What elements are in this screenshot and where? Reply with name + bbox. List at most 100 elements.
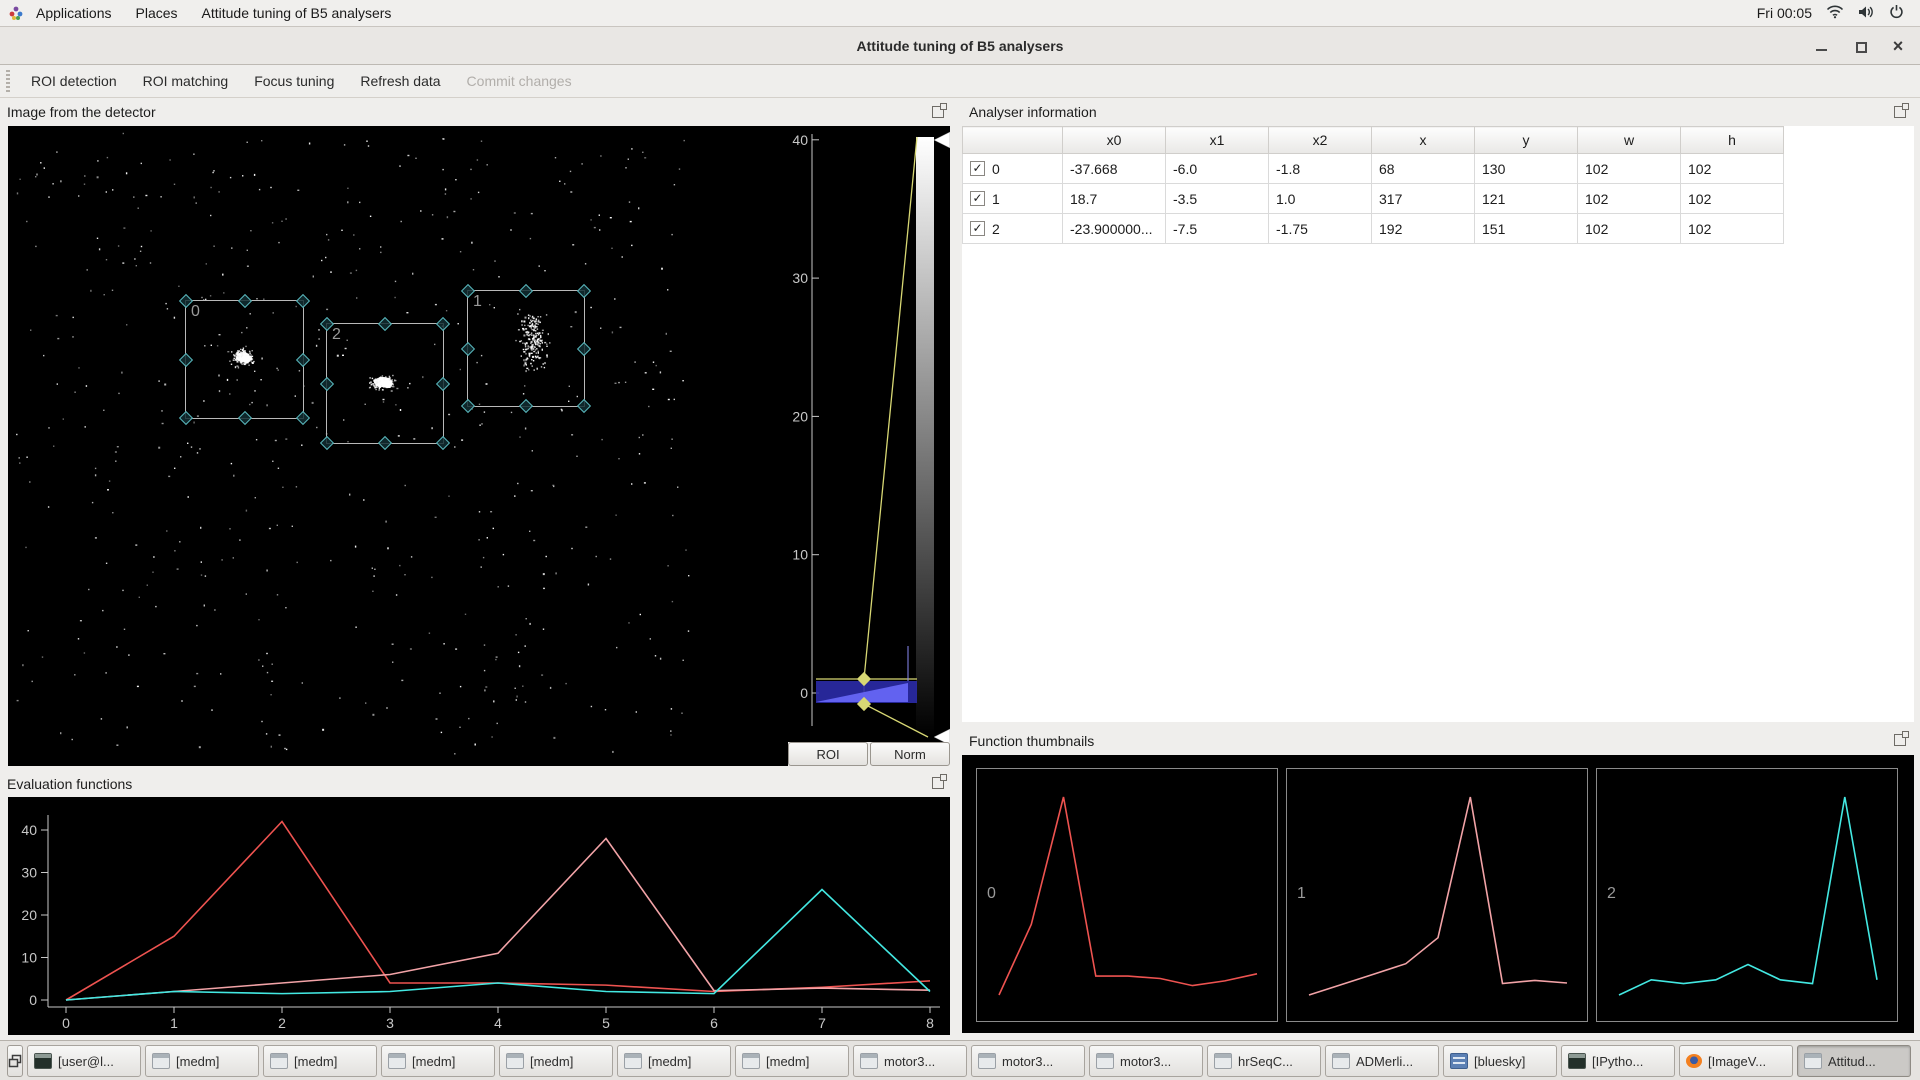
taskbar-button-bluesky[interactable]: [bluesky] xyxy=(1443,1045,1557,1077)
column-header-x0[interactable]: x0 xyxy=(1063,127,1166,154)
cell-y[interactable]: 121 xyxy=(1475,184,1578,214)
taskbar-button-admerli[interactable]: ADMerli... xyxy=(1325,1045,1439,1077)
thumbnail-panel-2[interactable]: 2 xyxy=(1596,768,1898,1022)
cell-h[interactable]: 102 xyxy=(1681,214,1784,244)
taskbar-button-motor3[interactable]: motor3... xyxy=(1089,1045,1203,1077)
evaluation-functions-chart[interactable]: 010203040012345678 xyxy=(8,797,950,1035)
taskbar-button-motor3[interactable]: motor3... xyxy=(853,1045,967,1077)
cell-x0[interactable]: 18.7 xyxy=(1063,184,1166,214)
taskbar-button-label: [IPytho... xyxy=(1592,1054,1643,1069)
column-header-x1[interactable]: x1 xyxy=(1166,127,1269,154)
window-title: Attitude tuning of B5 analysers xyxy=(0,38,1920,54)
toolbar-drag-handle[interactable] xyxy=(6,70,10,92)
cell-w[interactable]: 102 xyxy=(1578,184,1681,214)
focus-tuning-button[interactable]: Focus tuning xyxy=(241,68,347,94)
roi-box-1[interactable]: 1 xyxy=(467,290,585,407)
taskbar-button-medm[interactable]: [medm] xyxy=(381,1045,495,1077)
thumbnail-panel-0[interactable]: 0 xyxy=(976,768,1278,1022)
taskbar-button-imagev[interactable]: [ImageV... xyxy=(1679,1045,1793,1077)
cell-x0[interactable]: -37.668 xyxy=(1063,154,1166,184)
taskbar-button-motor3[interactable]: motor3... xyxy=(971,1045,1085,1077)
taskbar-button-label: [medm] xyxy=(530,1054,573,1069)
roi-box-0[interactable]: 0 xyxy=(185,300,304,419)
taskbar-button-medm[interactable]: [medm] xyxy=(735,1045,849,1077)
power-icon[interactable] xyxy=(1889,4,1904,22)
cell-x2[interactable]: -1.8 xyxy=(1269,154,1372,184)
level-marker-max[interactable] xyxy=(934,132,950,148)
cell-x2[interactable]: -1.75 xyxy=(1269,214,1372,244)
row-select-cell[interactable]: ✓2 xyxy=(963,214,1063,244)
level-marker-min[interactable] xyxy=(934,729,950,742)
drawer-icon xyxy=(1450,1053,1468,1069)
detector-image-view[interactable]: 021 403020100 ROI Norm xyxy=(8,126,950,766)
cell-w[interactable]: 102 xyxy=(1578,214,1681,244)
cell-y[interactable]: 130 xyxy=(1475,154,1578,184)
cell-x2[interactable]: 1.0 xyxy=(1269,184,1372,214)
show-desktop-button[interactable] xyxy=(7,1045,23,1077)
cell-x[interactable]: 317 xyxy=(1372,184,1475,214)
grayscale-colorbar[interactable] xyxy=(916,137,934,737)
roi-matching-button[interactable]: ROI matching xyxy=(130,68,242,94)
evaluation-dock-titlebar: Evaluation functions xyxy=(0,771,952,797)
column-header-h[interactable]: h xyxy=(1681,127,1784,154)
norm-toggle-button[interactable]: Norm xyxy=(870,742,950,766)
thumbnails-dock-float-icon[interactable] xyxy=(1894,734,1906,746)
thumbnail-panel-1[interactable]: 1 xyxy=(1286,768,1588,1022)
analyser-dock-float-icon[interactable] xyxy=(1894,106,1906,118)
image-dock-float-icon[interactable] xyxy=(932,106,944,118)
column-header-x2[interactable]: x2 xyxy=(1269,127,1372,154)
row-select-cell[interactable]: ✓1 xyxy=(963,184,1063,214)
taskbar-button-hrseqc[interactable]: hrSeqC... xyxy=(1207,1045,1321,1077)
taskbar-button-medm[interactable]: [medm] xyxy=(617,1045,731,1077)
taskbar-button-ipytho[interactable]: [IPytho... xyxy=(1561,1045,1675,1077)
close-button[interactable]: × xyxy=(1890,38,1906,54)
taskbar-button-label: [ImageV... xyxy=(1708,1054,1766,1069)
volume-icon[interactable] xyxy=(1858,5,1875,22)
taskbar-button-medm[interactable]: [medm] xyxy=(499,1045,613,1077)
row-select-cell[interactable]: ✓0 xyxy=(963,154,1063,184)
maximize-button[interactable] xyxy=(1852,38,1868,54)
cell-x[interactable]: 68 xyxy=(1372,154,1475,184)
taskbar-button-userl[interactable]: [user@l... xyxy=(27,1045,141,1077)
window-icon xyxy=(388,1053,406,1069)
cell-y[interactable]: 151 xyxy=(1475,214,1578,244)
refresh-data-button[interactable]: Refresh data xyxy=(347,68,453,94)
taskbar-button-medm[interactable]: [medm] xyxy=(263,1045,377,1077)
cell-x1[interactable]: -7.5 xyxy=(1166,214,1269,244)
window-icon xyxy=(1214,1053,1232,1069)
taskbar-button-label: motor3... xyxy=(1002,1054,1053,1069)
taskbar-button-label: motor3... xyxy=(1120,1054,1171,1069)
row-id: 2 xyxy=(992,221,1000,237)
roi-detection-button[interactable]: ROI detection xyxy=(18,68,130,94)
cell-h[interactable]: 102 xyxy=(1681,154,1784,184)
evaluation-dock-float-icon[interactable] xyxy=(932,777,944,789)
taskbar-button-attitud[interactable]: Attitud... xyxy=(1797,1045,1911,1077)
roi-toggle-button[interactable]: ROI xyxy=(788,742,868,766)
menu-applications[interactable]: Applications xyxy=(24,0,124,26)
column-header-select[interactable] xyxy=(963,127,1063,154)
menu-places[interactable]: Places xyxy=(124,0,190,26)
cell-h[interactable]: 102 xyxy=(1681,184,1784,214)
cell-x1[interactable]: -3.5 xyxy=(1166,184,1269,214)
column-header-x[interactable]: x xyxy=(1372,127,1475,154)
minimize-button[interactable] xyxy=(1814,38,1830,54)
cell-x0[interactable]: -23.900000... xyxy=(1063,214,1166,244)
cell-x1[interactable]: -6.0 xyxy=(1166,154,1269,184)
row-checkbox[interactable]: ✓ xyxy=(970,191,985,206)
cell-w[interactable]: 102 xyxy=(1578,154,1681,184)
menu-current-app[interactable]: Attitude tuning of B5 analysers xyxy=(190,0,404,26)
wifi-icon[interactable] xyxy=(1826,5,1844,22)
gnome-top-bar: Applications Places Attitude tuning of B… xyxy=(0,0,1920,27)
clock[interactable]: Fri 00:05 xyxy=(1743,5,1826,21)
row-checkbox[interactable]: ✓ xyxy=(970,221,985,236)
taskbar-button-label: ADMerli... xyxy=(1356,1054,1413,1069)
column-header-w[interactable]: w xyxy=(1578,127,1681,154)
column-header-y[interactable]: y xyxy=(1475,127,1578,154)
roi-box-2[interactable]: 2 xyxy=(326,323,444,444)
taskbar-button-label: [medm] xyxy=(412,1054,455,1069)
taskbar-button-label: [medm] xyxy=(294,1054,337,1069)
row-checkbox[interactable]: ✓ xyxy=(970,161,985,176)
taskbar-button-medm[interactable]: [medm] xyxy=(145,1045,259,1077)
intensity-histogram-lut[interactable]: 403020100 xyxy=(788,126,950,742)
cell-x[interactable]: 192 xyxy=(1372,214,1475,244)
